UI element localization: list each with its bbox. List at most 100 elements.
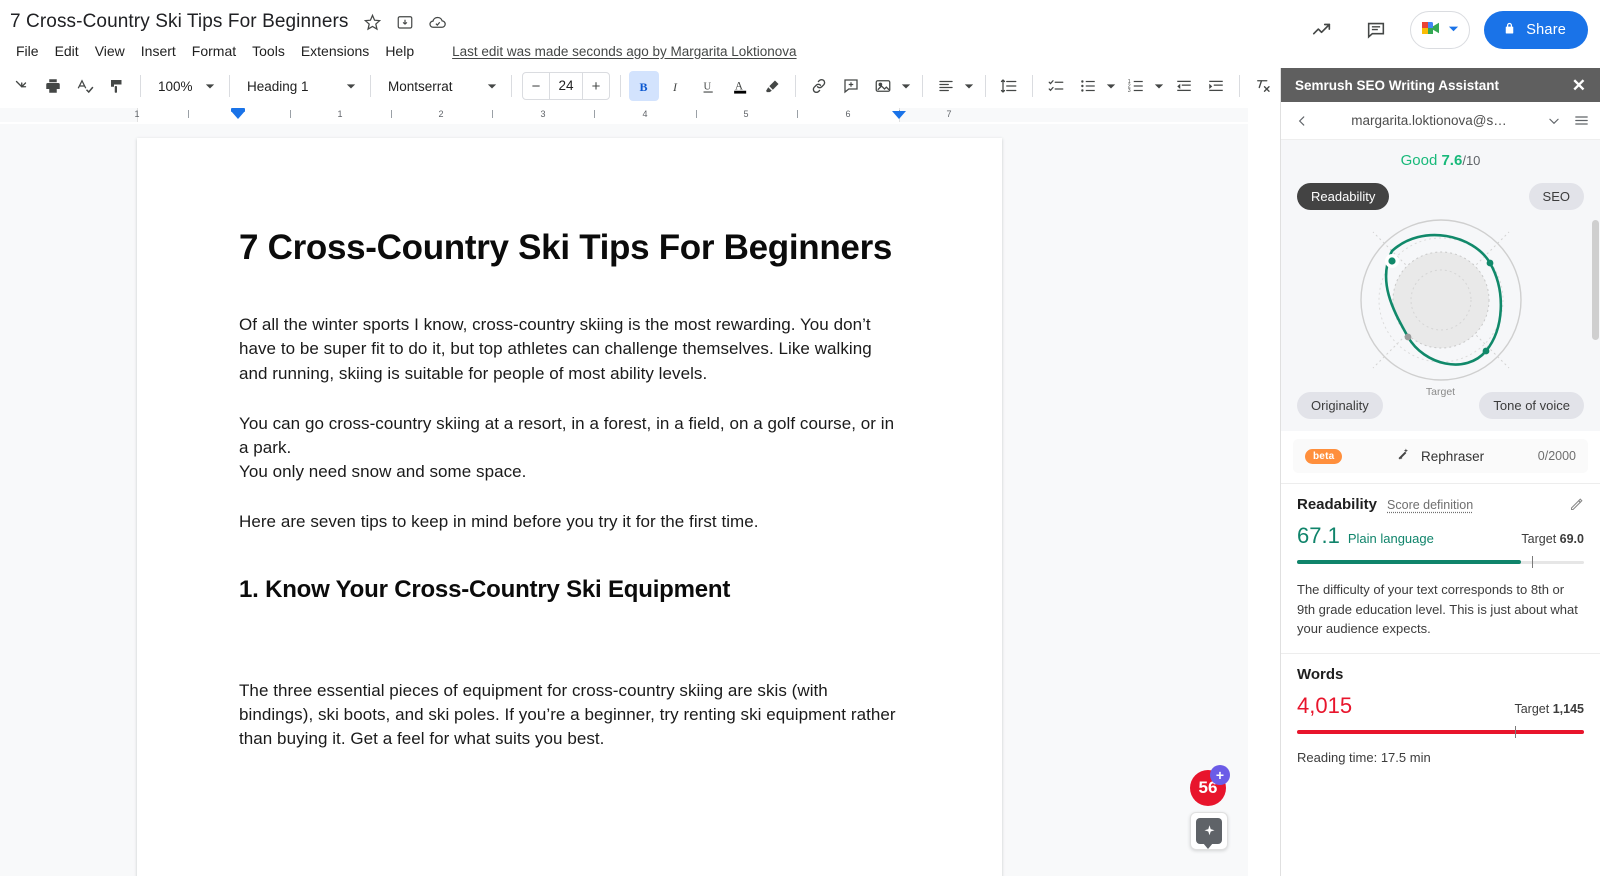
- zoom-select[interactable]: 100%: [149, 71, 221, 101]
- svg-text:3: 3: [1128, 88, 1131, 94]
- svg-text:U: U: [703, 81, 711, 92]
- last-edit-status[interactable]: Last edit was made seconds ago by Margar…: [452, 44, 796, 59]
- comment-icon[interactable]: [1356, 10, 1396, 50]
- bold-icon[interactable]: B: [629, 71, 659, 101]
- move-to-folder-icon[interactable]: [396, 13, 414, 31]
- readability-level: Plain language: [1347, 531, 1434, 546]
- pencil-icon[interactable]: [1569, 497, 1584, 512]
- chevron-down-icon: [1151, 71, 1167, 101]
- progress-fill: [1297, 560, 1521, 564]
- chip-seo[interactable]: SEO: [1528, 183, 1584, 210]
- svg-text:A: A: [734, 80, 743, 92]
- overall-score: Good 7.6/10: [1281, 152, 1600, 169]
- left-indent-marker[interactable]: [231, 108, 245, 112]
- increase-indent-icon[interactable]: [1201, 71, 1231, 101]
- progress-fill: [1297, 729, 1584, 734]
- numbered-list-button[interactable]: 123: [1121, 71, 1167, 101]
- document-canvas[interactable]: 7 Cross-Country Ski Tips For Beginners O…: [0, 124, 1248, 876]
- docs-header: 7 Cross-Country Ski Tips For Beginners F…: [0, 0, 1600, 62]
- document-page[interactable]: 7 Cross-Country Ski Tips For Beginners O…: [137, 138, 1002, 876]
- paint-format-icon[interactable]: [102, 71, 132, 101]
- clear-formatting-icon[interactable]: [1248, 71, 1278, 101]
- menu-file[interactable]: File: [8, 40, 47, 62]
- insert-link-icon[interactable]: [804, 71, 834, 101]
- bulleted-list-button[interactable]: [1073, 71, 1119, 101]
- chip-tone-of-voice[interactable]: Tone of voice: [1479, 392, 1584, 419]
- account-email[interactable]: margarita.loktionova@s…: [1319, 113, 1539, 128]
- document-title[interactable]: 7 Cross-Country Ski Tips For Beginners: [10, 11, 349, 33]
- radar-point-tone: [1482, 347, 1489, 355]
- score-overview: Good 7.6/10 Readability SEO Originality …: [1281, 140, 1600, 431]
- chip-originality[interactable]: Originality: [1297, 392, 1383, 419]
- paragraph-style-select[interactable]: Heading 1: [238, 71, 362, 101]
- rephraser-main: Rephraser: [1352, 445, 1527, 467]
- score-definition-link[interactable]: Score definition: [1387, 498, 1473, 512]
- toolbar-divider: [229, 75, 230, 97]
- document-paragraph: The three essential pieces of equipment …: [239, 680, 896, 748]
- menu-extensions[interactable]: Extensions: [293, 40, 377, 62]
- chevron-down-icon: [898, 71, 914, 101]
- horizontal-ruler[interactable]: 1 1 2 3 4 5 6 7: [0, 106, 1248, 124]
- insert-image-button[interactable]: [868, 71, 914, 101]
- add-issue-button[interactable]: +: [1210, 765, 1230, 785]
- add-comment-icon[interactable]: [836, 71, 866, 101]
- menu-edit[interactable]: Edit: [47, 40, 87, 62]
- words-section: Words 4,015 Target 1,145 Reading time: 1…: [1281, 652, 1600, 765]
- cloud-saved-icon[interactable]: [428, 13, 447, 32]
- panel-account-row: margarita.loktionova@s…: [1281, 102, 1600, 140]
- font-size-increase-button[interactable]: +: [583, 73, 609, 99]
- menu-insert[interactable]: Insert: [133, 40, 184, 62]
- text-color-icon[interactable]: A: [725, 71, 755, 101]
- highlight-color-icon[interactable]: [757, 71, 787, 101]
- line-spacing-icon[interactable]: [994, 71, 1024, 101]
- radar-target-label: Target: [1421, 386, 1460, 398]
- font-size-input[interactable]: 24: [549, 73, 583, 99]
- words-target: Target 1,145: [1514, 702, 1584, 716]
- chevron-left-icon[interactable]: [1293, 112, 1311, 130]
- paragraph-style-value: Heading 1: [247, 78, 309, 94]
- ruler-number: 4: [642, 109, 648, 119]
- readability-target-value: 69.0: [1559, 532, 1584, 546]
- rephraser-row[interactable]: beta Rephraser 0/2000: [1293, 439, 1588, 473]
- menu-help[interactable]: Help: [377, 40, 422, 62]
- first-line-indent-marker[interactable]: [231, 111, 245, 119]
- menu-view[interactable]: View: [87, 40, 133, 62]
- checklist-icon[interactable]: [1041, 71, 1071, 101]
- menu-format[interactable]: Format: [184, 40, 244, 62]
- words-value: 4,015: [1297, 692, 1353, 718]
- words-target-value: 1,145: [1552, 701, 1584, 716]
- print-icon[interactable]: [38, 71, 68, 101]
- document-paragraph: You only need snow and some space.: [239, 461, 527, 481]
- menu-tools[interactable]: Tools: [244, 40, 293, 62]
- underline-icon[interactable]: U: [693, 71, 723, 101]
- radar-point-originality: [1404, 333, 1411, 341]
- right-indent-marker[interactable]: [892, 111, 906, 119]
- font-family-select[interactable]: Montserrat: [379, 71, 503, 101]
- share-button[interactable]: Share: [1484, 11, 1588, 49]
- chevron-down-icon: [487, 84, 497, 89]
- words-title: Words: [1297, 665, 1344, 683]
- chevron-down-icon[interactable]: [1547, 114, 1561, 128]
- trending-up-icon[interactable]: [1302, 10, 1342, 50]
- undo-icon[interactable]: [6, 71, 36, 101]
- panel-header: Semrush SEO Writing Assistant ✕: [1281, 68, 1600, 102]
- score-denominator: /10: [1462, 153, 1481, 168]
- decrease-indent-icon[interactable]: [1169, 71, 1199, 101]
- chevron-down-icon: [1103, 71, 1119, 101]
- font-family-value: Montserrat: [388, 78, 453, 94]
- panel-scrollbar-thumb[interactable]: [1592, 220, 1599, 340]
- spellcheck-icon[interactable]: [70, 71, 100, 101]
- assistant-sparkle-button[interactable]: [1190, 812, 1228, 850]
- words-progress: [1297, 725, 1584, 738]
- italic-icon[interactable]: I: [661, 71, 691, 101]
- google-meet-button[interactable]: [1410, 11, 1471, 49]
- close-icon[interactable]: ✕: [1568, 75, 1590, 96]
- rephraser-label: Rephraser: [1421, 448, 1485, 464]
- font-size-decrease-button[interactable]: −: [523, 73, 549, 99]
- hamburger-menu-icon[interactable]: [1573, 112, 1590, 129]
- words-target-prefix: Target: [1514, 701, 1550, 716]
- align-button[interactable]: [931, 71, 977, 101]
- align-left-icon: [931, 71, 961, 101]
- toolbar-divider: [1239, 75, 1240, 97]
- star-icon[interactable]: [363, 13, 382, 32]
